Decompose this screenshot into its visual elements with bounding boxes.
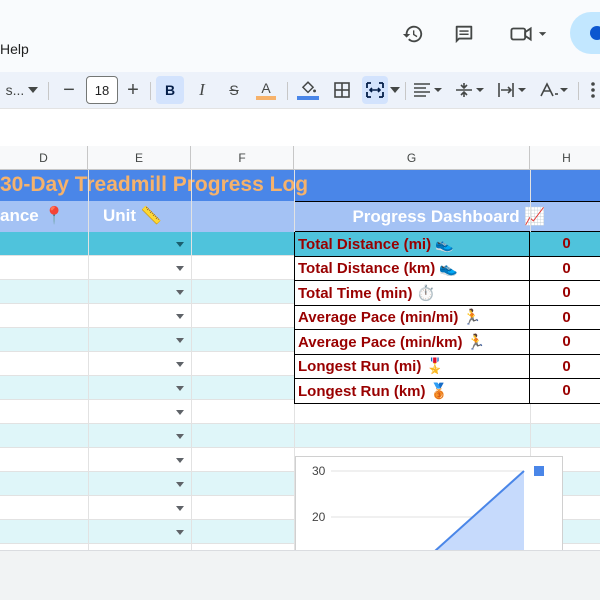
comments-icon[interactable]: [450, 20, 478, 48]
chart-svg: 30 20: [312, 464, 544, 550]
text-wrapping-icon[interactable]: [496, 76, 528, 104]
column-header-f[interactable]: F: [191, 146, 294, 170]
dashboard-metric-label[interactable]: Total Distance (km) 👟: [294, 256, 530, 281]
strikethrough-button[interactable]: S: [220, 76, 248, 104]
dropdown-chevron-icon[interactable]: [176, 362, 184, 367]
dropdown-chevron-icon[interactable]: [176, 266, 184, 271]
text-rotation-icon[interactable]: [538, 76, 570, 104]
chevron-down-icon[interactable]: [390, 76, 400, 104]
dropdown-chevron-icon[interactable]: [176, 314, 184, 319]
paint-bucket-icon: [301, 81, 316, 94]
top-bar: Help: [0, 0, 600, 70]
series-area: [436, 471, 524, 550]
dashboard-metric-value[interactable]: 0: [530, 305, 600, 330]
grid-line: [191, 170, 192, 550]
dropdown-chevron-icon[interactable]: [176, 290, 184, 295]
column-header-h[interactable]: H: [530, 146, 600, 170]
more-options-icon[interactable]: [586, 76, 600, 104]
dashboard-metric-label[interactable]: Total Distance (mi) 👟: [294, 232, 530, 257]
divider: [287, 82, 288, 100]
progress-chart[interactable]: 30 20: [295, 456, 563, 550]
y-tick-label: 30: [312, 464, 326, 478]
dropdown-chevron-icon[interactable]: [176, 458, 184, 463]
dashboard-metric-value[interactable]: 0: [530, 379, 600, 404]
divider: [405, 82, 406, 100]
italic-button[interactable]: I: [188, 76, 216, 104]
column-header-g[interactable]: G: [294, 146, 530, 170]
y-tick-label: 20: [312, 510, 326, 524]
font-size-input[interactable]: 18: [86, 76, 118, 104]
dropdown-chevron-icon[interactable]: [176, 410, 184, 415]
chevron-down-icon[interactable]: [26, 76, 40, 104]
dashboard-metric-label[interactable]: Average Pace (min/mi) 🏃: [294, 305, 530, 330]
dashboard-metric-label[interactable]: Longest Run (km) 🥉: [294, 379, 530, 404]
bold-button[interactable]: B: [156, 76, 184, 104]
dashboard-metric-label[interactable]: Average Pace (min/km) 🏃: [294, 330, 530, 355]
dashboard-metric-value[interactable]: 0: [530, 354, 600, 379]
dropdown-chevron-icon[interactable]: [176, 338, 184, 343]
dashboard-title[interactable]: Progress Dashboard 📈: [294, 201, 600, 232]
dashboard-metric-value[interactable]: 0: [530, 281, 600, 306]
dropdown-chevron-icon[interactable]: [176, 386, 184, 391]
sheet-tabs-bar: [0, 550, 600, 600]
share-button[interactable]: [570, 12, 600, 54]
dashboard-metric-label[interactable]: Total Time (min) ⏱️: [294, 281, 530, 306]
grid-line: [88, 170, 89, 550]
horizontal-align-icon[interactable]: [412, 76, 444, 104]
version-history-icon[interactable]: [399, 20, 427, 48]
divider: [150, 82, 151, 100]
fill-color-button[interactable]: [294, 76, 322, 104]
dashboard-metric-value[interactable]: 0: [530, 256, 600, 281]
dashboard-metric-label[interactable]: Longest Run (mi) 🎖️: [294, 354, 530, 379]
column-header-d[interactable]: D: [0, 146, 88, 170]
header-distance[interactable]: ance 📍: [0, 206, 65, 226]
legend-swatch: [534, 466, 544, 476]
increase-font-size-button[interactable]: +: [122, 76, 144, 104]
dropdown-chevron-icon[interactable]: [176, 506, 184, 511]
merge-cells-icon[interactable]: [362, 76, 388, 104]
dashboard-metric-value[interactable]: 0: [530, 232, 600, 257]
menu-help[interactable]: Help: [0, 41, 29, 57]
dropdown-chevron-icon[interactable]: [176, 434, 184, 439]
toolbar: s... − 18 + B I S A: [0, 72, 600, 108]
meet-icon[interactable]: [504, 20, 550, 48]
fill-color-swatch: [297, 96, 319, 100]
dropdown-chevron-icon[interactable]: [176, 242, 184, 247]
spreadsheet-grid: D E F G H 30-Day Treadmill Progress Log …: [0, 146, 600, 550]
vertical-align-icon[interactable]: [454, 76, 486, 104]
divider: [578, 82, 579, 100]
sheet-title[interactable]: 30-Day Treadmill Progress Log: [0, 173, 308, 197]
dropdown-chevron-icon[interactable]: [176, 530, 184, 535]
text-color-swatch: [256, 96, 276, 100]
dropdown-chevron-icon[interactable]: [176, 482, 184, 487]
dashboard-metric-value[interactable]: 0: [530, 330, 600, 355]
text-color-button[interactable]: A: [252, 76, 280, 104]
table-row[interactable]: [0, 424, 600, 448]
text-color-icon: A: [261, 80, 271, 96]
globe-icon: [590, 26, 600, 40]
header-unit[interactable]: Unit 📏: [103, 206, 162, 226]
divider: [48, 82, 49, 100]
column-header-e[interactable]: E: [88, 146, 191, 170]
formula-bar[interactable]: [0, 108, 600, 146]
borders-icon[interactable]: [330, 76, 354, 104]
decrease-font-size-button[interactable]: −: [58, 76, 80, 104]
table-row[interactable]: [0, 400, 600, 424]
